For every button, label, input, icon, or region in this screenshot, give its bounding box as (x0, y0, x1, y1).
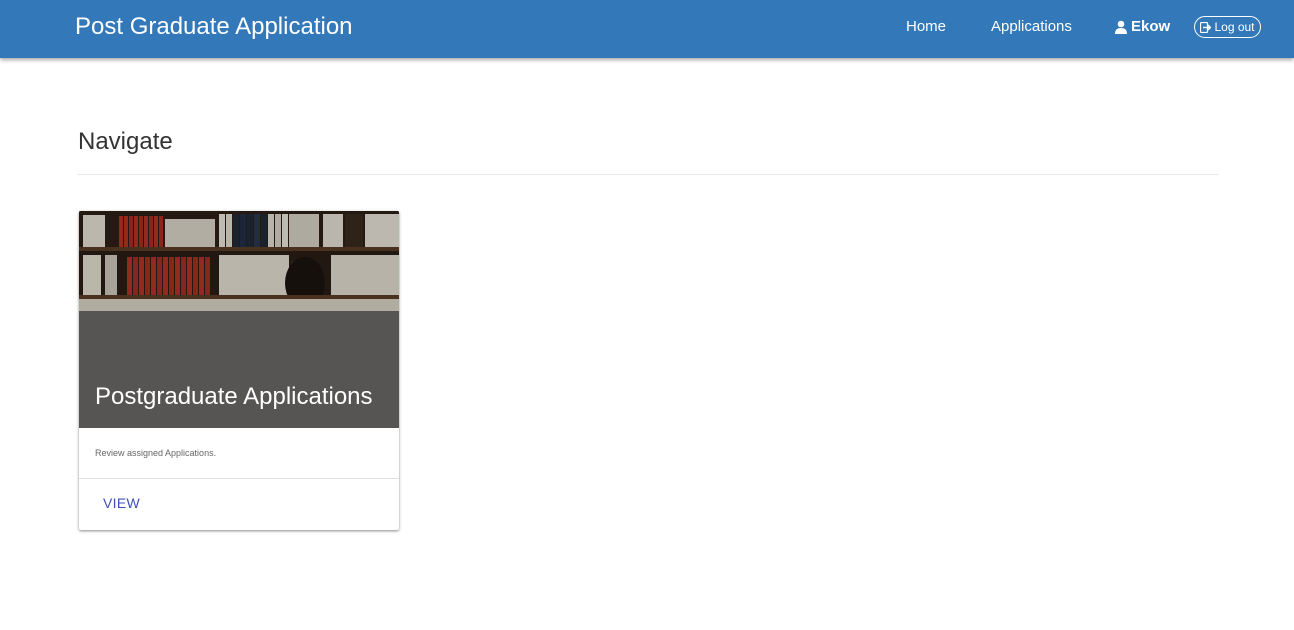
view-button[interactable]: VIEW (95, 491, 148, 515)
card-title: Postgraduate Applications (95, 383, 373, 410)
card-divider (79, 478, 399, 479)
nav-user-link[interactable]: Ekow (1114, 18, 1170, 36)
section-divider (78, 174, 1218, 175)
section-title: Navigate (78, 128, 173, 155)
postgraduate-applications-card: Postgraduate Applications Review assigne… (79, 211, 399, 530)
user-name: Ekow (1131, 18, 1171, 35)
logout-icon (1200, 21, 1212, 33)
logout-label: Log out (1214, 20, 1255, 34)
nav-applications-link[interactable]: Applications (991, 18, 1072, 36)
bookshelf-image (79, 211, 399, 311)
card-media: Postgraduate Applications (79, 211, 399, 428)
nav-home-link[interactable]: Home (906, 18, 946, 36)
top-navbar: Post Graduate Application Home Applicati… (0, 0, 1294, 58)
logout-button[interactable]: Log out (1194, 16, 1261, 38)
card-description: Review assigned Applications. (95, 448, 217, 458)
brand-title[interactable]: Post Graduate Application (75, 13, 353, 41)
user-icon (1115, 20, 1127, 34)
